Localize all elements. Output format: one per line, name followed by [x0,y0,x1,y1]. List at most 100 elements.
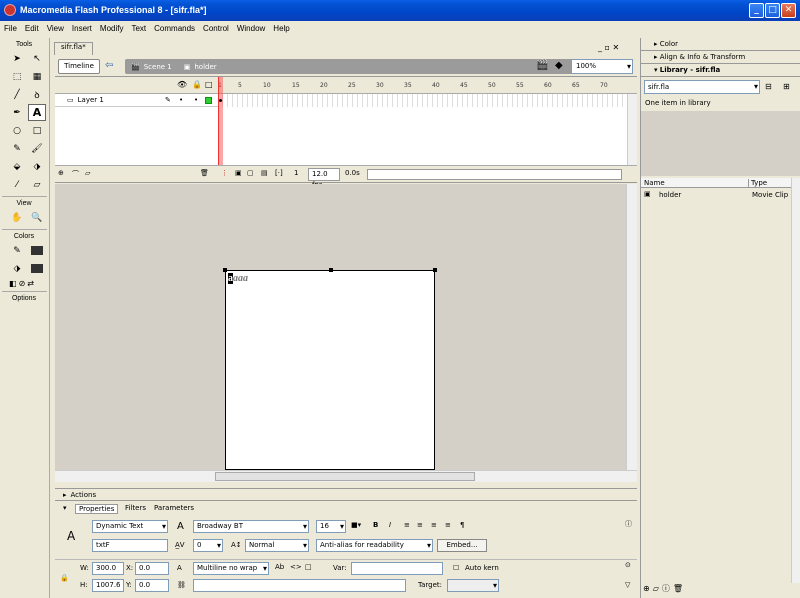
stroke-swatch[interactable] [28,242,46,259]
edit-symbols-icon[interactable]: ◆ [555,60,563,71]
gradient-transform-tool-icon[interactable]: ▦ [28,68,46,85]
library-vscroll[interactable] [791,178,800,583]
properties-icon[interactable]: ⓘ [662,583,670,594]
free-transform-tool-icon[interactable]: ⬚ [8,68,26,85]
new-folder-icon[interactable]: ▱ [653,584,659,593]
font-select[interactable]: Broadway BT [193,520,309,533]
outline-icon[interactable]: □ [205,80,213,89]
insert-folder-icon[interactable]: ▱ [85,169,90,177]
menu-commands[interactable]: Commands [154,24,195,33]
delete-icon[interactable]: 🗑 [673,584,683,593]
auto-kern-checkbox[interactable]: ☐ [453,564,459,572]
library-panel-header[interactable]: ▾ Library - sifr.fla [641,64,800,77]
selection-handle[interactable] [433,268,437,272]
onion-outlines-icon[interactable]: ▢ [247,169,254,177]
minimize-button[interactable]: _ [749,3,764,18]
selection-handle[interactable] [329,268,333,272]
frame-cells[interactable] [218,94,628,107]
menu-view[interactable]: View [47,24,64,33]
target-select[interactable] [447,579,499,592]
text-type-select[interactable]: Dynamic Text [92,520,168,533]
italic-button[interactable]: I [389,521,391,529]
lock-icon[interactable]: 🔒 [192,80,202,89]
tab-filters[interactable]: Filters [125,504,146,512]
subselection-tool-icon[interactable]: ↖ [28,50,46,67]
layer-name[interactable]: Layer 1 [78,96,104,104]
show-border-icon[interactable]: □ [305,563,312,571]
collapse-icon[interactable]: ⊙ [625,561,631,569]
insert-layer-icon[interactable]: ⊕ [58,169,64,177]
align-center-icon[interactable]: ≡ [417,521,423,529]
delete-layer-icon[interactable]: 🗑 [200,169,209,177]
collapse-arrow-icon[interactable]: ▾ [63,504,67,512]
library-item[interactable]: ▣ holder Movie Clip [641,190,791,202]
antialias-select[interactable]: Anti-alias for readability [316,539,433,552]
zoom-tool-icon[interactable]: 🔍 [28,209,46,226]
pencil-tool-icon[interactable]: ✎ [8,140,26,157]
document-tab[interactable]: sifr.fla* [54,42,93,55]
menu-control[interactable]: Control [203,24,229,33]
x-input[interactable]: 0.0 [135,562,169,575]
lasso-tool-icon[interactable]: ꝺ [28,86,46,103]
modify-markers-icon[interactable]: [·] [275,169,283,177]
lock-dot[interactable]: • [194,96,198,104]
menu-text[interactable]: Text [131,24,146,33]
stage-vscroll[interactable] [626,184,637,470]
timeline-hscroll[interactable] [367,169,622,180]
visibility-dot[interactable]: • [179,96,183,104]
maximize-button[interactable]: □ [765,3,780,18]
back-arrow-icon[interactable]: ⇦ [105,60,113,71]
ink-bottle-tool-icon[interactable]: ⬙ [8,158,26,175]
color-panel-header[interactable]: ▸ Color [641,38,800,51]
selection-tool-icon[interactable]: ➤ [8,50,26,67]
no-color-icon[interactable]: ⊘ [19,279,26,288]
edit-multiple-icon[interactable]: ▤ [261,169,268,177]
instance-name-input[interactable]: txtF [92,539,168,552]
letter-spacing-input[interactable]: 0 [193,539,223,552]
bold-button[interactable]: B [373,521,378,529]
document-window-controls[interactable]: _ ▫ ✕ [598,43,619,52]
symbol-crumb[interactable]: holder [194,63,216,71]
text-tool-icon[interactable]: A [28,104,46,121]
paragraph-icon[interactable]: ¶ [460,521,464,529]
onion-skin-icon[interactable]: ▣ [235,169,242,177]
help-icon[interactable]: ⓘ [625,519,632,529]
dynamic-text-field[interactable]: aaaa [228,273,248,284]
text-color-swatch[interactable]: ■▾ [351,521,361,529]
line-tool-icon[interactable]: ╱ [8,86,26,103]
show-hide-icon[interactable]: 👁 [177,80,187,89]
col-type[interactable]: Type [748,179,767,187]
align-left-icon[interactable]: ≡ [404,521,410,529]
justify-icon[interactable]: ≡ [445,521,451,529]
height-input[interactable]: 1007.6 [92,579,124,592]
stage-canvas[interactable]: aaaa [223,268,437,470]
render-html-icon[interactable]: <> [290,563,302,571]
var-input[interactable] [351,562,443,575]
edit-scene-icon[interactable]: 🎬 [536,60,548,71]
new-library-icon[interactable]: ⊞ [783,82,790,91]
menu-modify[interactable]: Modify [100,24,124,33]
stage-area[interactable]: aaaa [55,184,626,470]
y-input[interactable]: 0.0 [135,579,169,592]
rectangle-tool-icon[interactable]: □ [28,122,46,139]
stage-hscroll-thumb[interactable] [215,472,475,481]
timeline-button[interactable]: Timeline [58,59,100,74]
zoom-select[interactable]: 100% [571,59,633,74]
swap-colors-icon[interactable]: ⇄ [27,279,34,288]
layer-color-swatch[interactable] [205,97,212,104]
menu-file[interactable]: File [4,24,17,33]
library-document-select[interactable]: sifr.fla [644,80,760,94]
line-type-select[interactable]: Multiline no wrap [193,562,269,575]
menu-window[interactable]: Window [237,24,265,33]
align-panel-header[interactable]: ▸ Align & Info & Transform [641,51,800,64]
menu-insert[interactable]: Insert [72,24,92,33]
col-name[interactable]: Name [644,179,665,187]
pin-library-icon[interactable]: ⊟ [765,82,772,91]
width-input[interactable]: 300.0 [92,562,124,575]
fill-swatch[interactable] [28,260,46,277]
selection-handle[interactable] [223,268,227,272]
add-guide-icon[interactable]: ⌒ [72,169,79,179]
fill-color-icon[interactable]: ⬗ [8,260,26,277]
new-symbol-icon[interactable]: ⊕ [643,584,650,593]
brush-tool-icon[interactable]: 🖌 [28,140,46,157]
